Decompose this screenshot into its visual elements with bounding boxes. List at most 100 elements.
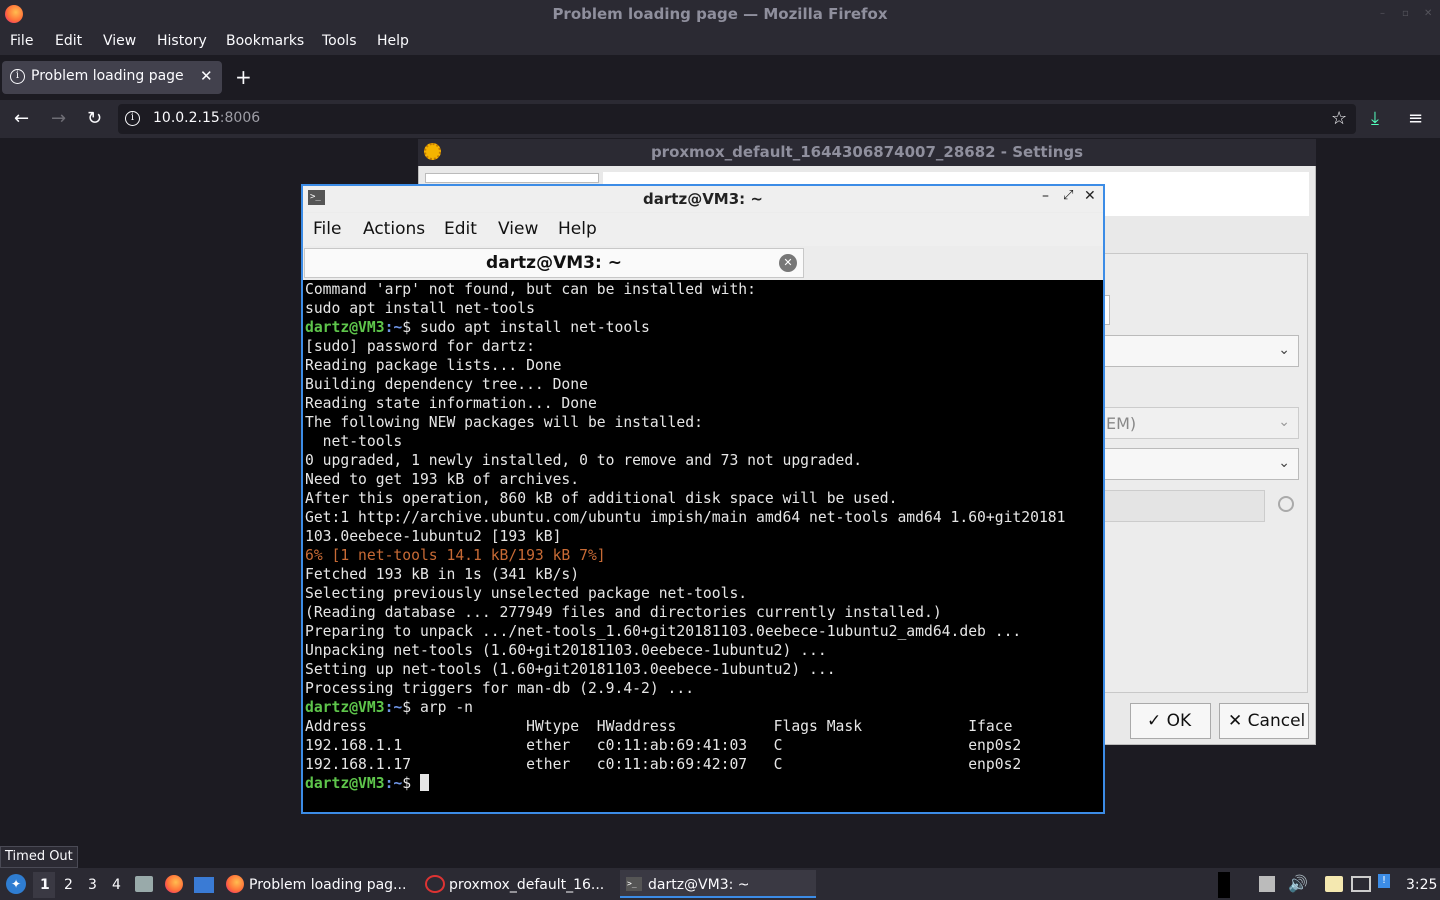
terminal-maximize-icon[interactable]: ⤢ bbox=[1063, 188, 1073, 203]
terminal-tab-close-icon[interactable]: ✕ bbox=[779, 254, 797, 272]
command: $ sudo apt install net-tools bbox=[402, 319, 650, 336]
tray-drive-icon[interactable] bbox=[1259, 876, 1275, 892]
prompt-path: :~ bbox=[384, 775, 403, 792]
terminal-menu-bar: File Actions Edit View Help bbox=[303, 213, 1103, 246]
notification-icon[interactable]: ! bbox=[1378, 874, 1390, 888]
virtualbox-task-icon bbox=[425, 875, 445, 893]
workspace-3[interactable]: 3 bbox=[88, 877, 97, 893]
arp-row: 192.168.1.17 ether c0:11:ab:69:42:07 C e… bbox=[305, 756, 1022, 773]
ok-button[interactable]: ✓ OK bbox=[1130, 703, 1211, 739]
task-virtualbox[interactable]: proxmox_default_16... bbox=[449, 877, 604, 893]
bookmark-star-icon[interactable]: ☆ bbox=[1331, 108, 1347, 129]
line: 103.0eebece-1ubuntu2 [193 kB] bbox=[305, 528, 562, 545]
term-menu-view[interactable]: View bbox=[498, 219, 538, 239]
firefox-launcher-icon[interactable] bbox=[165, 875, 183, 893]
line: sudo apt install net-tools bbox=[305, 300, 535, 317]
forward-icon[interactable]: → bbox=[51, 108, 66, 129]
command: $ bbox=[402, 775, 420, 792]
x-icon: ✕ bbox=[1228, 711, 1243, 731]
clipboard-icon[interactable] bbox=[1325, 876, 1343, 892]
line: Command 'arp' not found, but can be inst… bbox=[305, 281, 756, 298]
close-icon[interactable]: ✕ bbox=[1424, 9, 1434, 19]
prompt-path: :~ bbox=[384, 319, 403, 336]
tab-close-icon[interactable]: ✕ bbox=[200, 67, 213, 85]
settings-window-title: proxmox_default_1644306874007_28682 - Se… bbox=[418, 139, 1316, 166]
term-menu-actions[interactable]: Actions bbox=[363, 219, 425, 239]
task-firefox[interactable]: Problem loading pag... bbox=[249, 877, 406, 893]
term-menu-file[interactable]: File bbox=[313, 219, 341, 239]
url-text[interactable]: 10.0.2.15:8006 bbox=[153, 110, 260, 126]
cancel-button[interactable]: ✕ Cancel bbox=[1219, 703, 1309, 739]
settings-select-3[interactable]: ⌄ bbox=[1103, 448, 1299, 480]
firefox-task-icon bbox=[226, 875, 244, 893]
line: 0 upgraded, 1 newly installed, 0 to remo… bbox=[305, 452, 863, 469]
prompt-path: :~ bbox=[384, 699, 403, 716]
menu-view[interactable]: View bbox=[103, 33, 136, 49]
workspace-4[interactable]: 4 bbox=[112, 877, 121, 893]
term-menu-help[interactable]: Help bbox=[558, 219, 597, 239]
line: net-tools bbox=[305, 433, 403, 450]
cursor bbox=[419, 774, 429, 791]
line: The following NEW packages will be insta… bbox=[305, 414, 703, 431]
line: Reading package lists... Done bbox=[305, 357, 562, 374]
tab-title: Problem loading page bbox=[31, 68, 184, 84]
line: Need to get 193 kB of archives. bbox=[305, 471, 580, 488]
settings-select-1[interactable]: ⌄ bbox=[1103, 335, 1299, 367]
settings-select-2[interactable]: EM) ⌄ bbox=[1103, 407, 1299, 439]
url-port: :8006 bbox=[219, 110, 261, 126]
status-text: Timed Out bbox=[0, 846, 78, 868]
site-info-icon[interactable]: i bbox=[125, 111, 140, 126]
terminal-close-icon[interactable]: ✕ bbox=[1084, 188, 1096, 204]
maximize-icon[interactable]: ▫ bbox=[1402, 9, 1412, 19]
term-menu-edit[interactable]: Edit bbox=[444, 219, 477, 239]
menu-edit[interactable]: Edit bbox=[55, 33, 82, 49]
line: Preparing to unpack .../net-tools_1.60+g… bbox=[305, 623, 1022, 640]
menu-bookmarks[interactable]: Bookmarks bbox=[226, 33, 304, 49]
refresh-icon[interactable] bbox=[1278, 496, 1294, 512]
back-icon[interactable]: ← bbox=[14, 108, 29, 129]
settings-list[interactable] bbox=[425, 173, 599, 183]
minimize-icon[interactable]: – bbox=[1380, 9, 1390, 19]
workspace-1[interactable]: 1 bbox=[40, 877, 50, 893]
line: Reading state information... Done bbox=[305, 395, 597, 412]
line: [sudo] password for dartz: bbox=[305, 338, 535, 355]
menu-help[interactable]: Help bbox=[377, 33, 409, 49]
terminal-minimize-icon[interactable]: – bbox=[1042, 188, 1049, 204]
menu-tools[interactable]: Tools bbox=[322, 33, 357, 49]
menu-file[interactable]: File bbox=[10, 33, 33, 49]
download-icon[interactable]: ⤓ bbox=[1371, 108, 1379, 129]
url-host: 10.0.2.15 bbox=[153, 110, 220, 126]
window-title: Problem loading page — Mozilla Firefox bbox=[0, 0, 1440, 29]
url-bar[interactable] bbox=[118, 104, 1356, 134]
network-icon[interactable] bbox=[1351, 876, 1371, 892]
new-tab-icon[interactable]: + bbox=[235, 65, 252, 89]
menu-bar: File Edit View History Bookmarks Tools H… bbox=[0, 29, 1440, 55]
prompt-line: dartz@VM3:~$ arp -n bbox=[305, 698, 1103, 717]
info-icon: i bbox=[10, 69, 25, 84]
line: Building dependency tree... Done bbox=[305, 376, 588, 393]
arp-row: Address HWtype HWaddress Flags Mask Ifac… bbox=[305, 718, 1013, 735]
progress-line: 6% [1 net-tools 14.1 kB/193 kB 7%] bbox=[305, 547, 606, 564]
hamburger-menu-icon[interactable]: ≡ bbox=[1408, 108, 1423, 129]
volume-icon[interactable]: 🔊 bbox=[1288, 874, 1308, 893]
command: $ arp -n bbox=[402, 699, 474, 716]
prompt-user: dartz@VM3 bbox=[305, 775, 385, 792]
arp-row: 192.168.1.1 ether c0:11:ab:69:41:03 C en… bbox=[305, 737, 1022, 754]
line: After this operation, 860 kB of addition… bbox=[305, 490, 898, 507]
task-terminal[interactable]: dartz@VM3: ~ bbox=[648, 877, 750, 893]
clock: 3:25 bbox=[1406, 877, 1438, 893]
prompt-line: dartz@VM3:~$ sudo apt install net-tools bbox=[305, 318, 1103, 337]
workspace-2[interactable]: 2 bbox=[64, 877, 73, 893]
file-manager-icon[interactable] bbox=[135, 876, 153, 892]
ok-label: OK bbox=[1166, 711, 1192, 731]
line: (Reading database ... 277949 files and d… bbox=[305, 604, 942, 621]
desktop-icon[interactable] bbox=[194, 877, 214, 893]
terminal-output[interactable]: Command 'arp' not found, but can be inst… bbox=[303, 280, 1103, 812]
reload-icon[interactable]: ↻ bbox=[87, 108, 102, 129]
firefox-logo-icon bbox=[5, 5, 23, 23]
line: Selecting previously unselected package … bbox=[305, 585, 748, 602]
start-menu-icon[interactable]: ✦ bbox=[6, 874, 26, 894]
menu-history[interactable]: History bbox=[157, 33, 207, 49]
line: Setting up net-tools (1.60+git20181103.0… bbox=[305, 661, 836, 678]
terminal-tab[interactable]: dartz@VM3: ~ bbox=[304, 248, 804, 278]
